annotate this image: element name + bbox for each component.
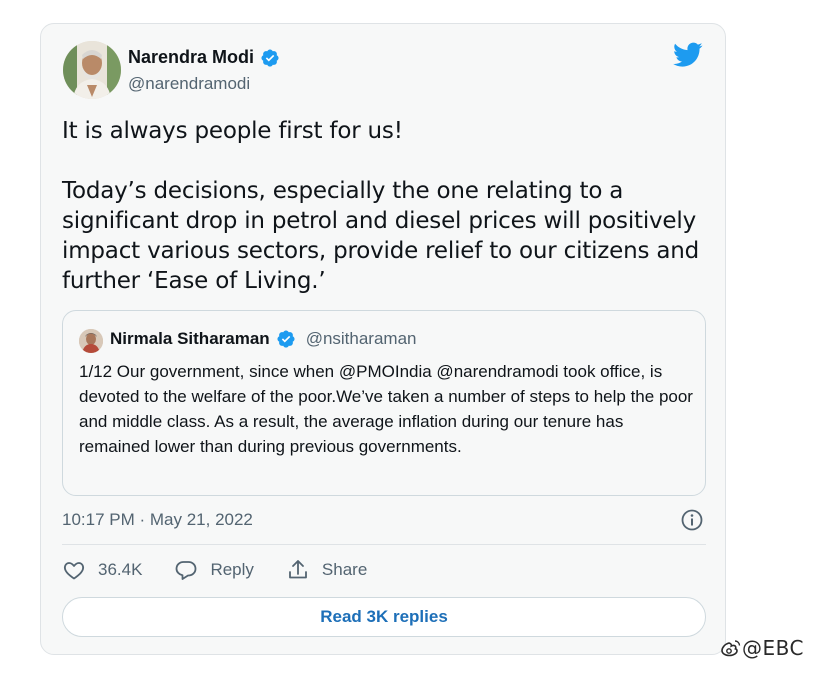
quoted-author-avatar[interactable]: [79, 329, 103, 353]
share-label: Share: [321, 560, 368, 579]
watermark-text: @EBC: [742, 636, 804, 660]
weibo-icon: [721, 640, 741, 657]
like-count: 36.4K: [98, 560, 143, 579]
watermark: @EBC: [720, 636, 804, 660]
reply-label: Reply: [210, 560, 254, 579]
verified-badge-icon: [261, 48, 279, 67]
reply-bubble-icon: [176, 561, 197, 580]
quoted-tweet[interactable]: Nirmala Sitharaman @nsitharaman 1/12 Our…: [62, 310, 706, 496]
author-name[interactable]: Narendra Modi: [128, 47, 254, 68]
heart-icon: [63, 562, 85, 580]
like-button[interactable]: 36.4K: [62, 558, 142, 582]
quoted-tweet-text: 1/12 Our government, since when @PMOIndi…: [79, 362, 693, 456]
author-name-row: Narendra Modi: [128, 47, 280, 68]
tweet-card: Narendra Modi @narendramodi It is always…: [40, 23, 726, 655]
reply-button[interactable]: Reply: [174, 558, 254, 582]
author-avatar[interactable]: [63, 41, 121, 99]
share-button[interactable]: Share: [286, 558, 367, 582]
verified-badge-icon: [277, 330, 295, 348]
action-bar: 36.4K Reply Share: [62, 558, 399, 582]
info-icon[interactable]: [680, 508, 704, 532]
quoted-author-handle[interactable]: @nsitharaman: [306, 329, 417, 349]
tweet-text: It is always people first for us! Today’…: [62, 118, 700, 294]
share-icon: [289, 560, 307, 579]
quoted-author-name[interactable]: Nirmala Sitharaman: [110, 329, 270, 349]
tweet-timestamp[interactable]: 10:17 PM · May 21, 2022: [62, 510, 253, 530]
read-replies-button[interactable]: Read 3K replies: [62, 597, 706, 637]
divider: [62, 544, 706, 545]
author-handle[interactable]: @narendramodi: [128, 74, 250, 94]
twitter-bird-icon[interactable]: [673, 42, 703, 68]
quoted-author-row: Nirmala Sitharaman @nsitharaman: [110, 329, 417, 349]
